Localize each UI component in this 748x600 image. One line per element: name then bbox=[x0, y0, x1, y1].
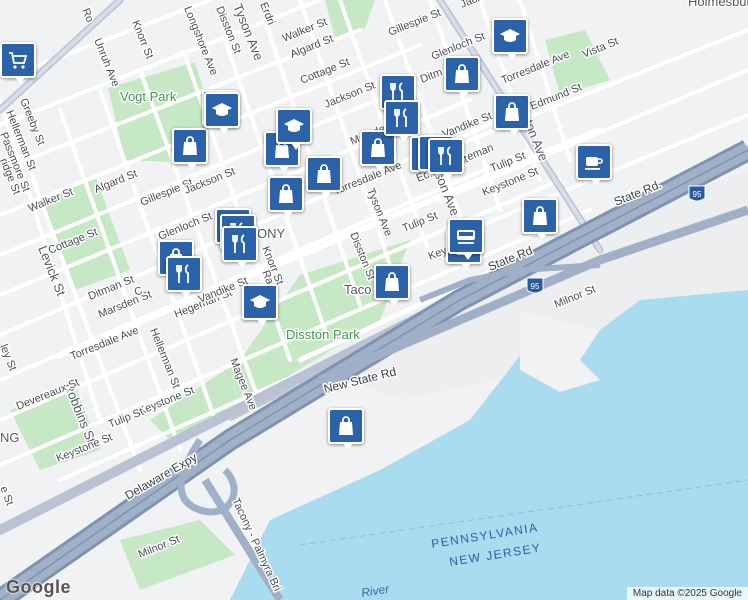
shopping-bag-icon bbox=[274, 182, 298, 206]
shopping-cart-icon bbox=[6, 48, 30, 72]
shopping-poi-marker[interactable] bbox=[172, 128, 208, 170]
restaurant-poi-marker[interactable] bbox=[428, 138, 464, 180]
fork-knife-icon bbox=[228, 232, 252, 256]
shopping-poi-marker[interactable] bbox=[444, 56, 480, 98]
google-logo: Google bbox=[6, 577, 71, 597]
label-disston-park: Disston Park bbox=[286, 327, 360, 342]
school-poi-marker[interactable] bbox=[276, 108, 312, 150]
label-vogt-park: Vogt Park bbox=[120, 89, 177, 104]
shopping-poi-marker[interactable] bbox=[374, 264, 410, 306]
graduation-cap-icon bbox=[248, 290, 272, 314]
shopping-bag-icon bbox=[500, 100, 524, 124]
cafe-poi-marker[interactable] bbox=[576, 144, 612, 186]
fork-knife-icon bbox=[172, 262, 196, 286]
shopping-poi-marker[interactable] bbox=[522, 198, 558, 240]
graduation-cap-icon bbox=[210, 98, 234, 122]
map-canvas[interactable]: 95 95 Holmesburg TACONY Taco NG Vogt Par… bbox=[0, 0, 748, 600]
shopping-bag-icon bbox=[450, 62, 474, 86]
train-icon bbox=[454, 224, 478, 248]
graduation-cap-icon bbox=[498, 24, 522, 48]
restaurant-poi-marker[interactable] bbox=[166, 256, 202, 298]
restaurant-poi-marker[interactable] bbox=[384, 100, 420, 142]
graduation-cap-icon bbox=[282, 114, 306, 138]
fork-knife-icon bbox=[390, 106, 414, 130]
shopping-poi-marker[interactable] bbox=[306, 156, 342, 198]
shopping-bag-icon bbox=[380, 270, 404, 294]
interstate-95-shield-text: 95 bbox=[531, 282, 540, 291]
label-holmesburg: Holmesburg bbox=[688, 0, 748, 9]
label-tacony-small: Taco bbox=[344, 282, 371, 297]
shopping-poi-marker[interactable] bbox=[268, 176, 304, 218]
shopping-bag-icon bbox=[334, 414, 358, 438]
shopping-bag-icon bbox=[366, 136, 390, 160]
shopping-bag-icon bbox=[178, 134, 202, 158]
restaurant-poi-marker[interactable] bbox=[222, 226, 258, 268]
school-poi-marker[interactable] bbox=[204, 92, 240, 134]
shopping-poi-marker[interactable] bbox=[328, 408, 364, 450]
shopping-poi-marker[interactable] bbox=[494, 94, 530, 136]
label-ng: NG bbox=[0, 430, 20, 445]
school-poi-marker[interactable] bbox=[242, 284, 278, 326]
fork-knife-icon bbox=[434, 144, 458, 168]
shopping-bag-icon bbox=[312, 162, 336, 186]
coffee-cup-icon bbox=[582, 150, 606, 174]
transit-poi-marker[interactable] bbox=[448, 218, 484, 260]
grocery-poi-marker[interactable] bbox=[0, 42, 36, 84]
school-poi-marker[interactable] bbox=[492, 18, 528, 60]
shopping-bag-icon bbox=[528, 204, 552, 228]
map-attribution[interactable]: Map data ©2025 Google bbox=[626, 587, 748, 600]
interstate-95-shield-text-2: 95 bbox=[693, 190, 702, 199]
map-base: 95 95 Holmesburg TACONY Taco NG Vogt Par… bbox=[0, 0, 748, 600]
